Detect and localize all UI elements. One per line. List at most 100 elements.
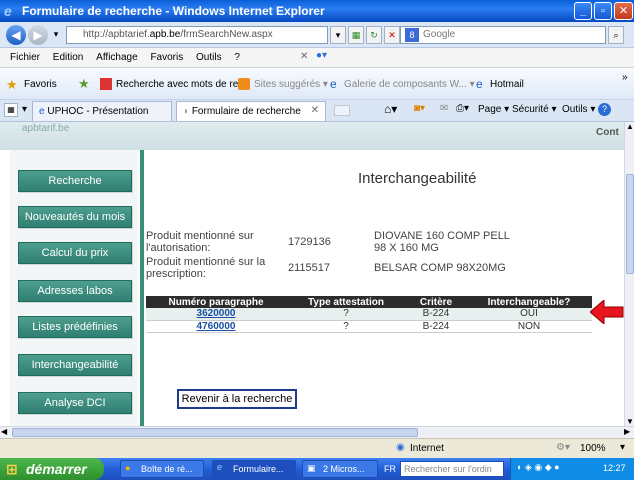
table-row: 4760000 ? B-224 NON <box>146 320 592 333</box>
page-viewport: apbtarif.be Cont Recherche Nouveautés du… <box>0 122 624 426</box>
task-micros-label: 2 Micros... <box>323 464 365 474</box>
search-icon[interactable]: ⌕ <box>608 26 624 44</box>
back-icon[interactable]: ◀ <box>6 25 26 45</box>
history-dropdown-icon[interactable]: ▾ <box>48 26 64 44</box>
task-formulaire-label: Formulaire... <box>233 464 284 474</box>
tray-icons[interactable]: ◐ ◈ ◉ ◆ ● <box>517 462 560 473</box>
tab-uphoc[interactable]: e UPHOC - Présentation <box>32 101 172 121</box>
task-boite[interactable]: ● Boîte de ré... <box>120 460 204 478</box>
favorites-label[interactable]: Favoris <box>24 79 57 90</box>
fav-sites-suggeres[interactable]: Sites suggérés ▾ <box>254 79 328 90</box>
fav-hotmail[interactable]: Hotmail <box>490 79 524 90</box>
critere-cell: B-224 <box>406 320 466 333</box>
tab-list-icon[interactable]: ▾ <box>22 104 27 115</box>
sidebar-item-nouveautes[interactable]: Nouveautés du mois <box>18 206 132 228</box>
add-favorite-icon[interactable]: ★ <box>78 76 90 92</box>
contact-link[interactable]: Cont <box>596 127 619 138</box>
sidebar-item-analyse-dci[interactable]: Analyse DCI <box>18 392 132 414</box>
protected-mode-icon[interactable]: ⚙▾ <box>556 442 570 453</box>
menu-close-icon[interactable]: ✕ <box>300 51 308 62</box>
menu-affichage[interactable]: Affichage <box>96 52 138 63</box>
search-placeholder: Google <box>423 29 456 40</box>
paragraph-link[interactable]: 4760000 <box>197 321 236 332</box>
tab-close-icon[interactable]: ✕ <box>311 105 319 116</box>
refresh-icon[interactable]: ↻ <box>366 26 382 44</box>
col-critere: Critère <box>406 296 466 308</box>
print-icon[interactable]: ⎙▾ <box>456 103 469 114</box>
close-button[interactable]: ✕ <box>614 2 633 20</box>
security-menu[interactable]: Sécurité ▾ <box>512 104 556 115</box>
stop-icon[interactable]: ✕ <box>384 26 400 44</box>
menu-extra-icon[interactable]: ●▾ <box>316 50 327 61</box>
menu-outils[interactable]: Outils <box>196 52 222 63</box>
content-divider <box>140 150 144 426</box>
taskbar: ⊞ démarrer ● Boîte de ré... e Formulaire… <box>0 458 634 480</box>
recherche-site-icon <box>100 78 112 90</box>
sidebar-item-recherche[interactable]: Recherche <box>18 170 132 192</box>
menu-favoris[interactable]: Favoris <box>150 52 183 63</box>
forward-icon[interactable]: ▶ <box>28 25 48 45</box>
fav-galerie[interactable]: Galerie de composants W... ▾ <box>344 79 475 90</box>
internet-zone-icon: ◉ <box>396 442 405 453</box>
search-input[interactable]: 8 Google <box>400 26 606 44</box>
sidebar-item-listes-predefinies[interactable]: Listes prédéfinies <box>18 316 132 338</box>
zoom-level[interactable]: 100% <box>580 443 606 454</box>
tab-formulaire[interactable]: ◗ Formulaire de recherche ✕ <box>176 101 326 121</box>
tab-uphoc-label: UPHOC - Présentation <box>47 106 149 117</box>
home-icon[interactable]: ⌂▾ <box>384 102 397 116</box>
fav-recherche[interactable]: Recherche avec mots de re... <box>116 79 247 90</box>
start-button[interactable]: ⊞ démarrer <box>0 458 104 480</box>
horizontal-scroll-thumb[interactable] <box>12 428 418 437</box>
zoom-dropdown-icon[interactable]: ▾ <box>620 442 625 453</box>
windows-logo-icon: ⊞ <box>6 461 18 477</box>
ie-logo-icon: e <box>4 3 12 19</box>
paragraph-cell: 3620000 <box>146 308 286 321</box>
help-icon[interactable]: ? <box>598 103 611 116</box>
tools-menu[interactable]: Outils ▾ <box>562 104 595 115</box>
quick-tabs-icon[interactable]: ▦ <box>4 103 18 117</box>
new-tab-button[interactable] <box>334 105 350 116</box>
desktop-search-input[interactable]: Rechercher sur l'ordin <box>400 461 504 477</box>
tab-page-icon: ◗ <box>183 106 190 117</box>
sidebar-item-interchangeabilite[interactable]: Interchangeabilité <box>18 354 132 376</box>
prescription-label: Produit mentionné sur la prescription: <box>146 256 266 280</box>
language-indicator[interactable]: FR <box>384 464 396 474</box>
feeds-icon[interactable]: ◙▾ <box>414 103 425 114</box>
maximize-button[interactable]: ▫ <box>594 2 612 20</box>
hotmail-icon: e <box>476 77 483 91</box>
page-menu[interactable]: Page ▾ <box>478 104 509 115</box>
paragraph-link[interactable]: 3620000 <box>197 308 236 319</box>
system-tray: ◐ ◈ ◉ ◆ ● 12:27 <box>510 458 634 480</box>
sidebar-nav: Recherche Nouveautés du mois Calcul du p… <box>10 150 138 426</box>
clock: 12:27 <box>603 463 626 473</box>
address-dropdown-icon[interactable]: ▾ <box>330 26 346 44</box>
menu-edition[interactable]: Edition <box>53 52 84 63</box>
back-to-search-button[interactable]: Revenir à la recherche <box>177 389 297 409</box>
horizontal-scrollbar[interactable]: ◀ ▶ <box>0 426 634 438</box>
url-prefix: http://apbtarief. <box>83 29 150 40</box>
col-interchangeable: Interchangeable? <box>466 296 592 308</box>
scroll-up-icon[interactable]: ▲ <box>626 122 634 131</box>
webslice-gallery-icon: e <box>330 77 337 91</box>
task-boite-label: Boîte de ré... <box>141 464 193 474</box>
compat-view-icon[interactable]: ▦ <box>348 26 364 44</box>
vertical-scroll-thumb[interactable] <box>626 174 634 274</box>
task-micros[interactable]: ▣ 2 Micros... <box>302 460 378 478</box>
sidebar-item-calcul-prix[interactable]: Calcul du prix <box>18 242 132 264</box>
address-toolbar: ◀ ▶ ▾ http://apbtarief.apb.be/frmSearchN… <box>0 22 634 48</box>
read-mail-icon[interactable]: ✉ <box>440 103 448 114</box>
sidebar-item-adresses-labos[interactable]: Adresses labos <box>18 280 132 302</box>
site-logo: apbtarif.be <box>22 123 70 134</box>
task-formulaire[interactable]: e Formulaire... <box>212 460 296 478</box>
minimize-button[interactable]: _ <box>574 2 592 20</box>
scroll-right-icon[interactable]: ▶ <box>624 427 630 436</box>
scroll-left-icon[interactable]: ◀ <box>1 427 7 436</box>
menu-fichier[interactable]: Fichier <box>10 52 40 63</box>
address-input[interactable]: http://apbtarief.apb.be/frmSearchNew.asp… <box>66 26 328 44</box>
attestation-cell: ? <box>286 308 406 321</box>
vertical-scrollbar[interactable]: ▲ ▼ <box>624 122 634 426</box>
more-icon[interactable]: » <box>622 72 628 83</box>
window-title: Formulaire de recherche - Windows Intern… <box>22 4 325 18</box>
menu-help[interactable]: ? <box>234 52 240 63</box>
scroll-down-icon[interactable]: ▼ <box>626 417 634 426</box>
